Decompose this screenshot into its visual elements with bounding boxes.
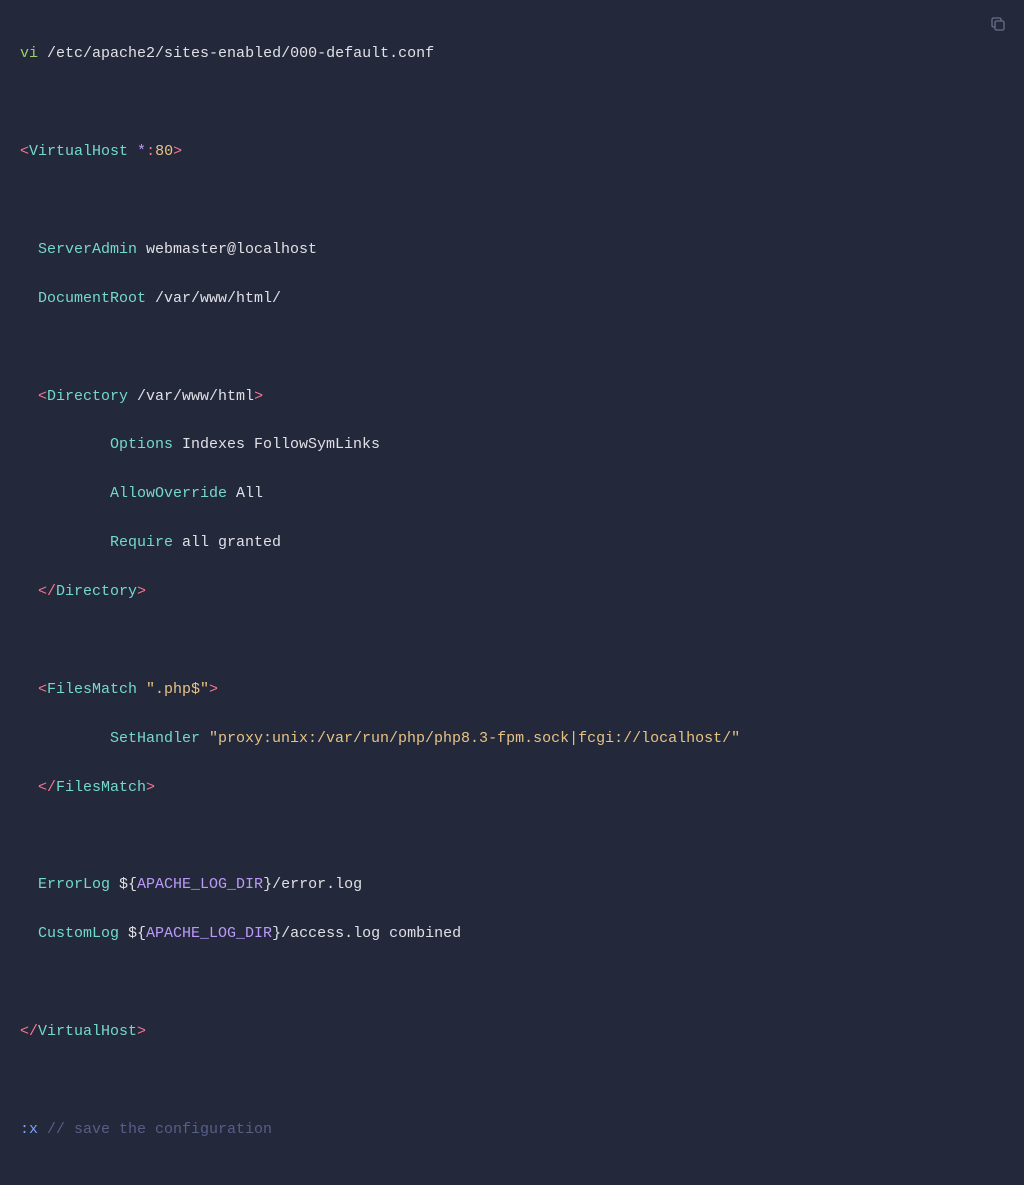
doc-root-line: DocumentRoot /var/www/html/ bbox=[20, 287, 1004, 311]
error-log-line: ErrorLog ${APACHE_LOG_DIR}/error.log bbox=[20, 873, 1004, 897]
require-line: Require all granted bbox=[20, 531, 1004, 555]
vhost-close-line: </VirtualHost> bbox=[20, 1020, 1004, 1044]
directory-close-line: </Directory> bbox=[20, 580, 1004, 604]
blank-line bbox=[20, 1069, 1004, 1093]
filesmatch-open-line: <FilesMatch ".php$"> bbox=[20, 678, 1004, 702]
cmd-line: vi /etc/apache2/sites-enabled/000-defaul… bbox=[20, 42, 1004, 66]
server-admin-line: ServerAdmin webmaster@localhost bbox=[20, 238, 1004, 262]
custom-log-line: CustomLog ${APACHE_LOG_DIR}/access.log c… bbox=[20, 922, 1004, 946]
filesmatch-close-line: </FilesMatch> bbox=[20, 776, 1004, 800]
blank-line bbox=[20, 189, 1004, 213]
save-line: :x // save the configuration bbox=[20, 1118, 1004, 1142]
blank-line bbox=[20, 629, 1004, 653]
copy-icon bbox=[989, 15, 1007, 33]
options-line: Options Indexes FollowSymLinks bbox=[20, 433, 1004, 457]
file-path: /etc/apache2/sites-enabled/000-default.c… bbox=[47, 45, 434, 62]
blank-line bbox=[20, 336, 1004, 360]
allow-override-line: AllowOverride All bbox=[20, 482, 1004, 506]
code-block: vi /etc/apache2/sites-enabled/000-defaul… bbox=[0, 0, 1024, 1185]
copy-button[interactable] bbox=[986, 12, 1010, 36]
blank-line bbox=[20, 824, 1004, 848]
vhost-open-line: <VirtualHost *:80> bbox=[20, 140, 1004, 164]
blank-line bbox=[20, 971, 1004, 995]
directory-open-line: <Directory /var/www/html> bbox=[20, 385, 1004, 409]
blank-line bbox=[20, 91, 1004, 115]
sethandler-line: SetHandler "proxy:unix:/var/run/php/php8… bbox=[20, 727, 1004, 751]
vi-cmd: vi bbox=[20, 45, 38, 62]
